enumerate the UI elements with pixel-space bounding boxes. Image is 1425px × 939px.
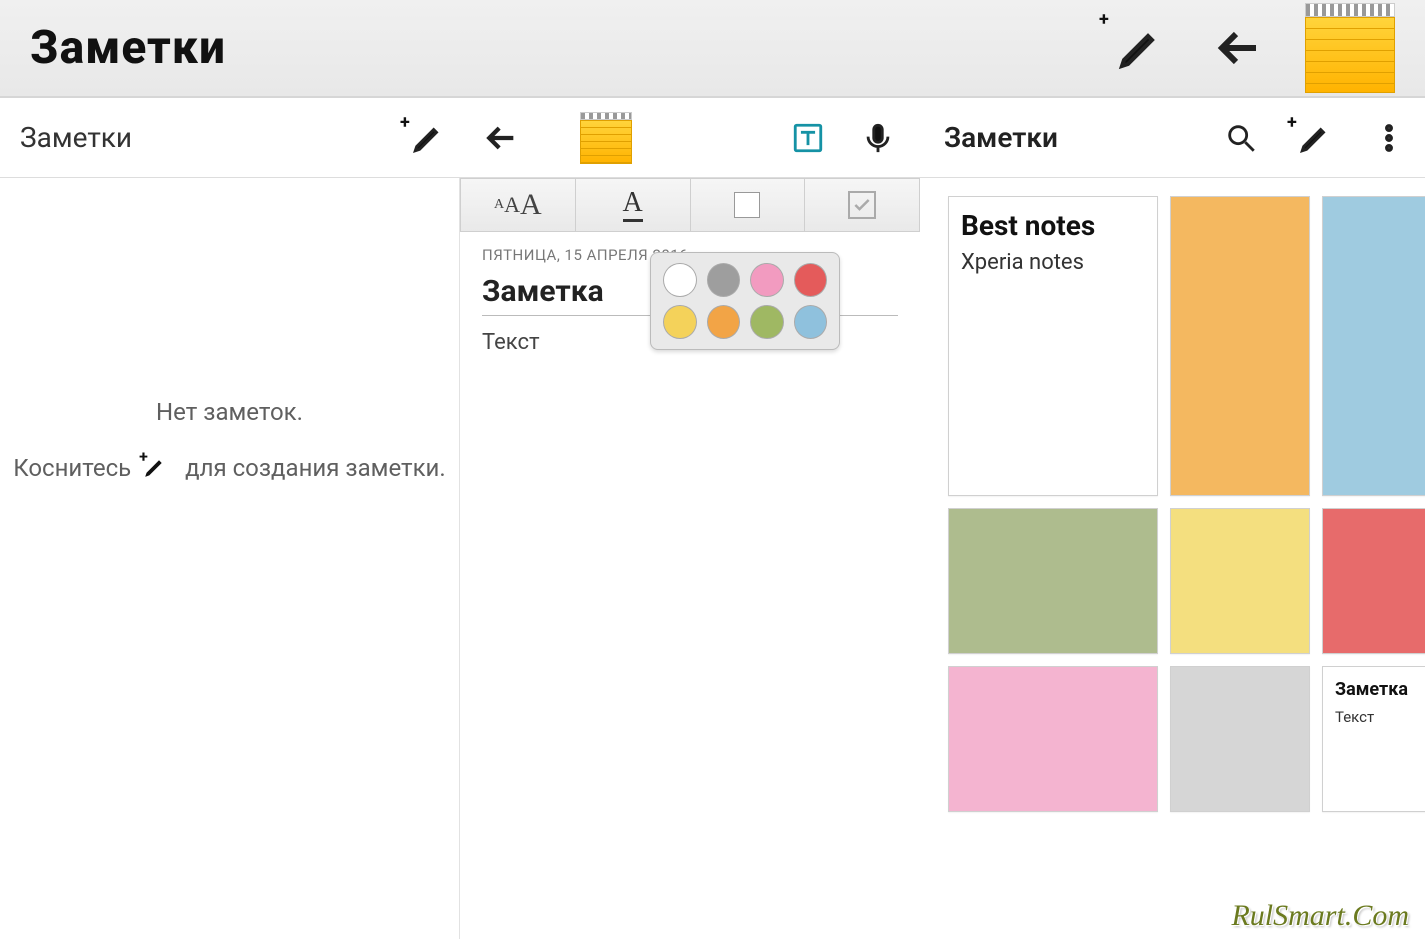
- text-t-icon: [791, 121, 825, 155]
- note-card-pink[interactable]: [948, 666, 1158, 812]
- left-pane: Нет заметок. Коснитесь + для создания за…: [0, 178, 460, 939]
- note-card-blue[interactable]: [1322, 196, 1425, 496]
- note-card-best[interactable]: Best notes Xperia notes: [948, 196, 1158, 496]
- back-button[interactable]: [1205, 13, 1275, 83]
- arrow-left-icon: [485, 121, 519, 155]
- empty-hint: Коснитесь + для создания заметки.: [0, 454, 459, 485]
- left-toolbar: Заметки +: [0, 98, 460, 177]
- right-new-note-button[interactable]: +: [1293, 116, 1337, 160]
- app-header: Заметки +: [0, 0, 1425, 98]
- empty-hint-suffix: для создания заметки.: [185, 454, 446, 482]
- left-new-note-button[interactable]: +: [406, 116, 450, 160]
- more-vertical-icon: [1372, 121, 1406, 155]
- notes-grid: Best notes Xperia notes Заметка Текст: [920, 178, 1425, 939]
- voice-input-button[interactable]: [856, 116, 900, 160]
- editor-toolbar: [460, 98, 920, 177]
- search-button[interactable]: [1219, 116, 1263, 160]
- pencil-icon: [1116, 24, 1164, 72]
- checklist-button[interactable]: [805, 179, 919, 231]
- right-pane-title: Заметки: [944, 121, 1189, 154]
- color-swatch-pink[interactable]: [750, 263, 784, 297]
- empty-title: Нет заметок.: [0, 398, 459, 426]
- format-toolbar: AAA A: [460, 178, 920, 232]
- note-card-gray[interactable]: [1170, 666, 1310, 812]
- note-card-subtitle: Xperia notes: [961, 250, 1145, 275]
- editor-back-button[interactable]: [480, 116, 524, 160]
- color-swatch-gray[interactable]: [707, 263, 741, 297]
- note-card-red[interactable]: [1322, 508, 1425, 654]
- text-mode-button[interactable]: [786, 116, 830, 160]
- search-icon: [1224, 121, 1258, 155]
- sub-toolbar: Заметки + Заметки +: [0, 98, 1425, 178]
- checkbox-icon: [848, 191, 876, 219]
- note-card-olive[interactable]: [948, 508, 1158, 654]
- note-card-body: Текст: [1335, 708, 1425, 726]
- note-card-title: Best notes: [961, 209, 1145, 242]
- color-swatch-red[interactable]: [794, 263, 828, 297]
- notepad-icon[interactable]: [1305, 3, 1395, 93]
- left-pane-title: Заметки: [20, 121, 406, 154]
- note-card-white-note[interactable]: Заметка Текст: [1322, 666, 1425, 812]
- color-swatch-white[interactable]: [663, 263, 697, 297]
- arrow-left-icon: [1216, 24, 1264, 72]
- color-swatch-yellow[interactable]: [663, 305, 697, 339]
- color-swatch-orange[interactable]: [707, 305, 741, 339]
- color-button[interactable]: [691, 179, 806, 231]
- microphone-icon: [861, 121, 895, 155]
- color-row-1: [663, 263, 827, 297]
- color-row-2: [663, 305, 827, 339]
- pencil-icon: [411, 121, 445, 155]
- color-swatch-green[interactable]: [750, 305, 784, 339]
- new-note-button[interactable]: +: [1105, 13, 1175, 83]
- overflow-menu-button[interactable]: [1367, 116, 1411, 160]
- text-underline-button[interactable]: A: [576, 179, 691, 231]
- watermark: RulSmart.Com: [1231, 899, 1409, 933]
- color-swatch-icon: [734, 192, 760, 218]
- text-size-button[interactable]: AAA: [461, 179, 576, 231]
- note-card-yellow[interactable]: [1170, 508, 1310, 654]
- editor-notepad-icon[interactable]: [580, 112, 632, 164]
- right-toolbar: Заметки +: [920, 98, 1425, 177]
- color-picker-popover: [650, 252, 840, 350]
- empty-hint-prefix: Коснитесь: [13, 454, 131, 482]
- app-title: Заметки: [30, 21, 1075, 75]
- note-card-title: Заметка: [1335, 679, 1425, 700]
- color-swatch-blue[interactable]: [794, 305, 828, 339]
- pencil-icon: [1298, 121, 1332, 155]
- note-card-orange[interactable]: [1170, 196, 1310, 496]
- inline-new-note-icon: +: [143, 455, 173, 485]
